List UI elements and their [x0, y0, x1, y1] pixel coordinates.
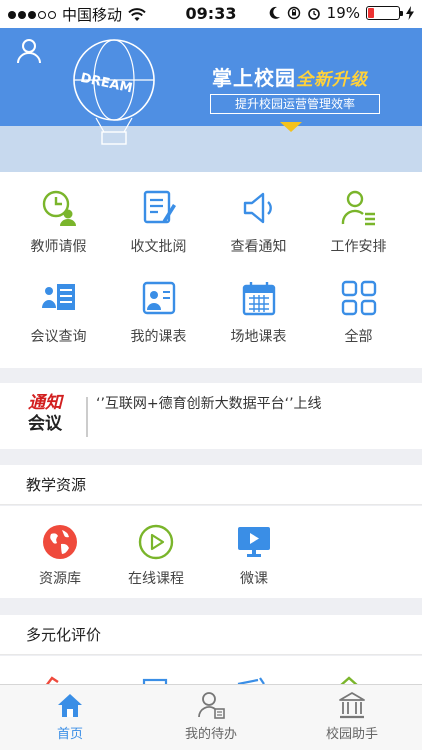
grid-item-label: 教师请假 [30, 239, 87, 255]
battery-label: 19% [326, 4, 360, 22]
banner-skyline [0, 126, 422, 172]
grid-item-view-notice[interactable]: 查看通知 [206, 172, 311, 262]
grid-item-label: 全部 [344, 329, 373, 345]
banner[interactable]: DREAM 掌上校园全新升级 提升校园运营管理效率 [0, 28, 422, 172]
resource-item-library[interactable]: 资源库 [10, 524, 110, 588]
section-title-teaching-resources: 教学资源 [0, 465, 422, 505]
grid-item-my-schedule[interactable]: 我的课表 [106, 262, 211, 352]
resource-label: 在线课程 [128, 571, 184, 587]
notice-logo-top: 通知 [28, 393, 62, 413]
evaluation-icon-4[interactable] [336, 676, 362, 684]
grid-item-all[interactable]: 全部 [306, 262, 411, 352]
banner-title: 掌上校园全新升级 [212, 62, 368, 91]
tab-label: 我的待办 [184, 727, 237, 742]
tab-bar: 首页 我的待办 校园助手 [0, 684, 422, 750]
evaluation-body [0, 656, 422, 684]
banner-title-highlight: 全新升级 [296, 70, 368, 90]
status-bar: 中国移动 09:33 19% [0, 0, 422, 28]
tab-label: 校园助手 [325, 727, 378, 742]
tab-label: 首页 [56, 727, 83, 742]
grid-item-document-review[interactable]: 收文批阅 [106, 172, 211, 262]
grid-item-label: 我的课表 [130, 329, 187, 345]
resource-label: 微课 [240, 571, 268, 587]
user-todo-icon [198, 692, 225, 719]
user-list-icon [341, 190, 375, 226]
tab-my-todo[interactable]: 我的待办 [141, 685, 281, 750]
grid-item-label: 会议查询 [30, 329, 87, 345]
banner-subtitle: 提升校园运营管理效率 [210, 94, 380, 114]
grid-item-label: 工作安排 [330, 239, 387, 255]
grid-item-label: 查看通知 [230, 239, 287, 255]
notice-logo-bottom: 会议 [28, 414, 62, 434]
notice-divider [86, 397, 88, 437]
resource-item-micro-course[interactable]: 微课 [204, 524, 304, 588]
battery-icon [366, 6, 403, 20]
calendar-icon [242, 282, 275, 316]
evaluation-icon-1[interactable] [44, 676, 70, 684]
monitor-play-icon [238, 527, 270, 557]
resource-item-online-course[interactable]: 在线课程 [106, 524, 206, 588]
grid-item-venue-schedule[interactable]: 场地课表 [206, 262, 311, 352]
alarm-icon [307, 8, 320, 20]
clock-user-icon [42, 190, 76, 226]
moon-icon [269, 6, 280, 19]
grid-item-label: 收文批阅 [130, 239, 187, 255]
play-circle-icon [138, 524, 174, 560]
grid-item-work-arrangement[interactable]: 工作安排 [306, 172, 411, 262]
notice-bar[interactable]: 通知 会议 ‘’互联网+德育创新大数据平台‘’上线 [0, 383, 422, 449]
user-profile-icon[interactable] [16, 38, 42, 64]
grid-icon [341, 280, 376, 316]
charging-icon [406, 6, 414, 20]
grid-item-meeting-query[interactable]: 会议查询 [6, 262, 111, 352]
grid-item-label: 场地课表 [230, 329, 287, 345]
schedule-icon [142, 281, 175, 315]
document-edit-icon [143, 190, 176, 224]
evaluation-icon-3[interactable] [236, 676, 266, 684]
feature-grid: 教师请假 收文批阅 查看通知 工作安排 会议查询 我的课表 场地课表 全部 [0, 172, 422, 368]
status-right: 19% [269, 4, 414, 22]
home-icon [58, 694, 82, 717]
notice-text[interactable]: ‘’互联网+德育创新大数据平台‘’上线 [96, 393, 322, 413]
grid-item-teacher-leave[interactable]: 教师请假 [6, 172, 111, 262]
teaching-resources-body: 资源库 在线课程 微课 [0, 506, 422, 598]
rotation-lock-icon [287, 6, 300, 20]
banner-title-main: 掌上校园 [212, 66, 296, 90]
section-title-evaluation: 多元化评价 [0, 615, 422, 655]
tab-campus-assistant[interactable]: 校园助手 [282, 685, 422, 750]
notice-logo: 通知 会议 [28, 393, 88, 441]
meeting-icon [41, 284, 75, 310]
banner-arrow-icon [280, 122, 302, 132]
globe-icon [43, 525, 77, 559]
resource-label: 资源库 [39, 571, 81, 587]
speaker-icon [243, 192, 272, 224]
tab-home[interactable]: 首页 [0, 685, 140, 750]
building-icon [339, 692, 365, 719]
